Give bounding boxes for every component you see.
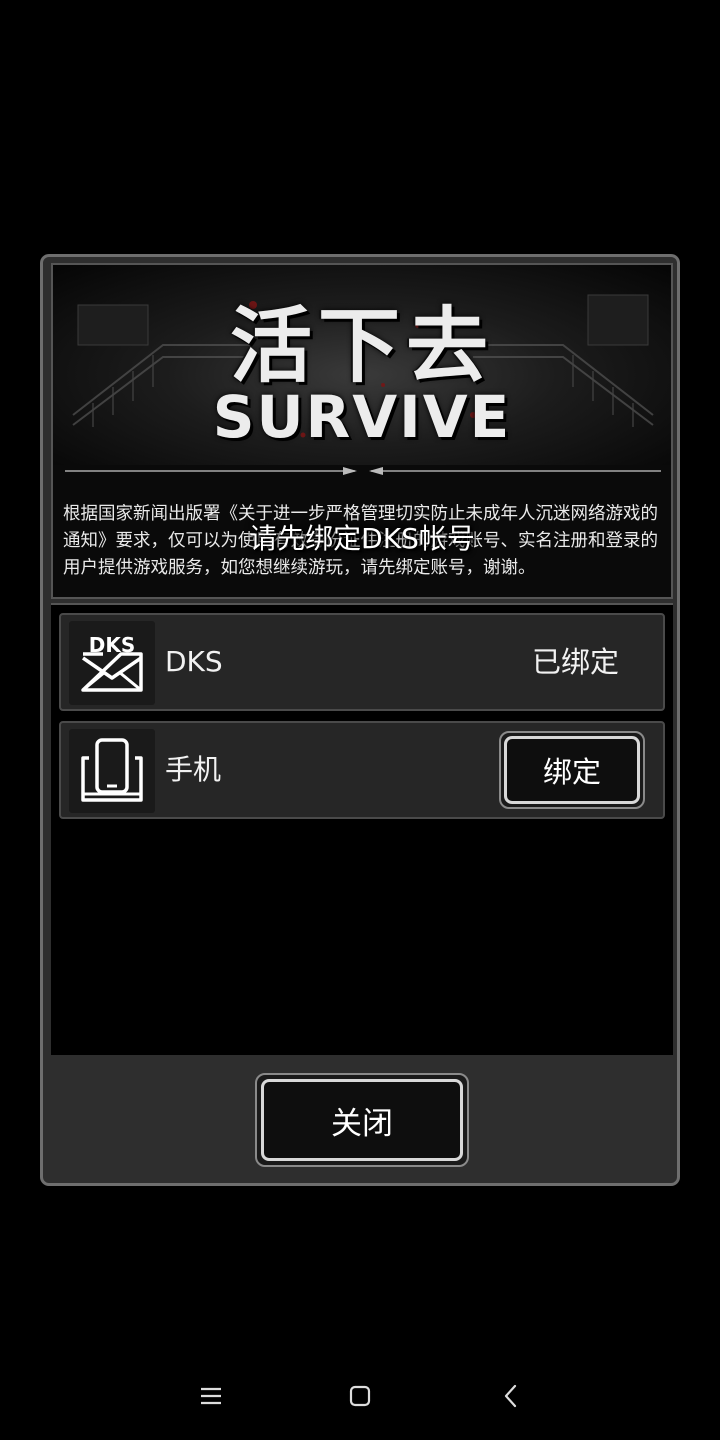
- game-banner: 活下去 SURVIVE: [53, 265, 671, 465]
- bind-button-label: 绑定: [504, 736, 640, 804]
- menu-icon[interactable]: [189, 1374, 233, 1418]
- phone-icon: [69, 729, 155, 813]
- dks-mail-icon: DKS: [69, 621, 155, 705]
- system-navigation-bar: [0, 1356, 720, 1440]
- ornament-divider: [65, 467, 661, 475]
- back-icon[interactable]: [489, 1374, 533, 1418]
- notice-panel: 活下去 SURVIVE 根据国家新闻出版署《关于进一步严格管理切实防止未成年人沉…: [51, 263, 673, 599]
- close-button[interactable]: 关闭: [255, 1073, 469, 1167]
- bind-account-dialog: 活下去 SURVIVE 根据国家新闻出版署《关于进一步严格管理切实防止未成年人沉…: [40, 254, 680, 1186]
- close-button-label: 关闭: [261, 1079, 463, 1161]
- account-list: DKS DKS 已绑定 手机 绑定: [51, 603, 673, 1055]
- account-row-phone: 手机 绑定: [59, 721, 665, 819]
- account-label-dks: DKS: [165, 645, 223, 678]
- home-icon[interactable]: [338, 1374, 382, 1418]
- game-logo-english: SURVIVE: [212, 383, 512, 451]
- bind-phone-button[interactable]: 绑定: [499, 731, 645, 809]
- account-label-phone: 手机: [165, 753, 222, 786]
- bound-status: 已绑定: [531, 645, 619, 679]
- game-logo-chinese: 活下去: [229, 298, 494, 394]
- bind-prompt-title: 请先绑定DKS帐号: [249, 522, 475, 555]
- account-row-dks: DKS DKS 已绑定: [59, 613, 665, 711]
